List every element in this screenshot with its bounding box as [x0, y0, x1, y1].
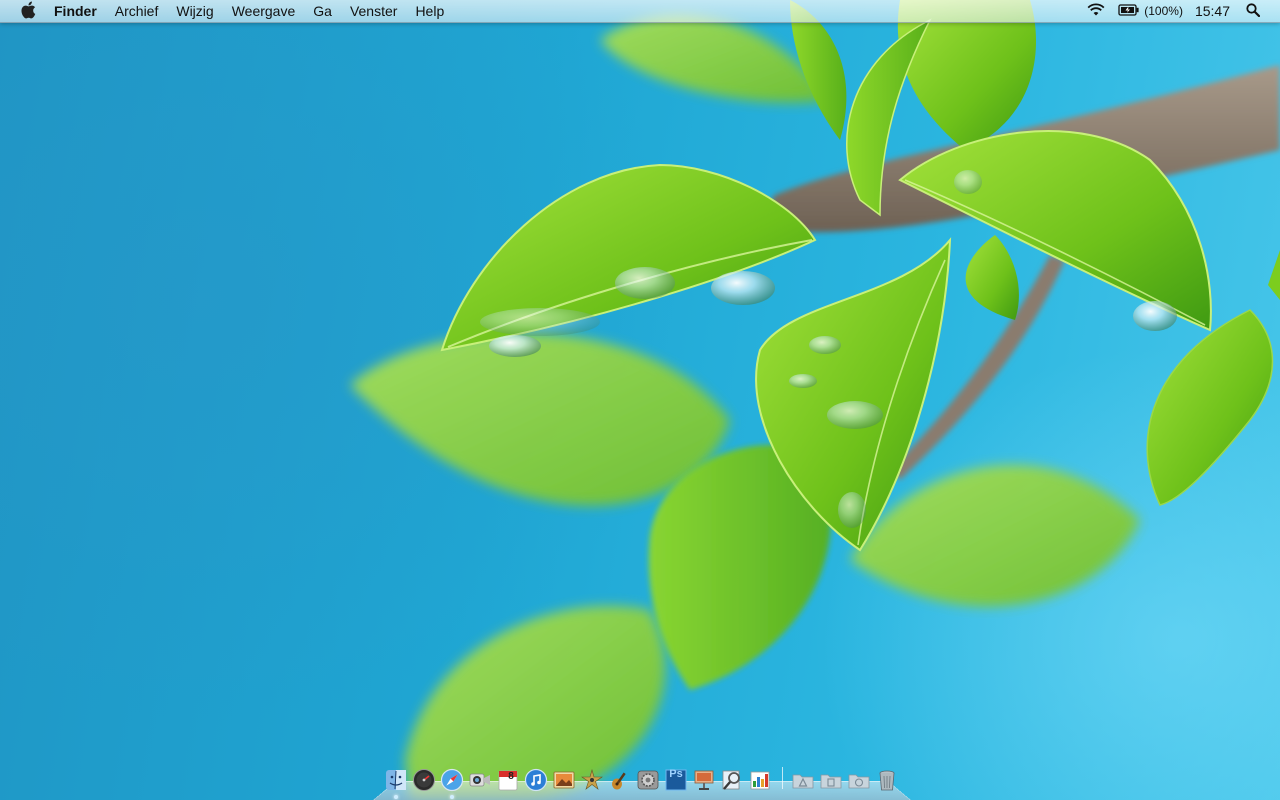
dock [372, 762, 912, 800]
dock-system-preferences[interactable] [636, 768, 660, 792]
itunes-icon [524, 768, 548, 792]
dock-applications-stack[interactable] [791, 768, 815, 792]
dock-keynote[interactable] [692, 768, 716, 792]
battery-icon [1118, 3, 1140, 19]
dock-downloads-stack[interactable] [847, 768, 871, 792]
numbers-icon [748, 768, 772, 792]
trash-icon [875, 768, 899, 792]
photo-booth-icon [580, 768, 604, 792]
running-indicator [394, 795, 398, 799]
menu-weergave[interactable]: Weergave [223, 0, 305, 22]
menu-archief[interactable]: Archief [106, 0, 168, 22]
documents-folder-icon [819, 768, 843, 792]
dock-safari[interactable] [440, 768, 464, 799]
dock-garageband[interactable] [608, 768, 632, 792]
menu-bar: Finder Archief Wijzig Weergave Ga Venste… [0, 0, 1280, 23]
photo-icon [552, 768, 576, 792]
running-indicator [450, 795, 454, 799]
dock-photo-booth[interactable] [580, 768, 604, 792]
dock-dashboard[interactable] [412, 768, 436, 792]
facetime-icon [468, 768, 492, 792]
downloads-folder-icon [847, 768, 871, 792]
dock-iphoto[interactable] [552, 768, 576, 792]
garageband-icon [608, 768, 632, 792]
wifi-icon [1086, 2, 1106, 20]
spotlight-search-icon [1246, 2, 1261, 20]
keynote-icon [692, 768, 716, 792]
dock-preview[interactable] [720, 768, 744, 792]
system-preferences-icon [636, 768, 660, 792]
dock-facetime[interactable] [468, 768, 492, 792]
dock-separator [782, 767, 783, 789]
menu-ga[interactable]: Ga [304, 0, 341, 22]
dock-numbers[interactable] [748, 768, 772, 792]
dock-trash[interactable] [875, 768, 899, 792]
menu-help[interactable]: Help [406, 0, 453, 22]
status-menus: (100%) 15:47 [1080, 0, 1280, 22]
menu-app-name[interactable]: Finder [45, 0, 106, 22]
menu-venster[interactable]: Venster [341, 0, 406, 22]
applications-folder-icon [791, 768, 815, 792]
dock-documents-stack[interactable] [819, 768, 843, 792]
battery-status-button[interactable]: (100%) [1112, 0, 1189, 22]
menu-wijzig[interactable]: Wijzig [167, 0, 222, 22]
battery-percentage: (100%) [1144, 4, 1183, 18]
dock-itunes[interactable] [524, 768, 548, 792]
apple-menu-button[interactable] [17, 0, 39, 22]
menu-clock[interactable]: 15:47 [1189, 3, 1240, 19]
dock-finder[interactable] [384, 768, 408, 799]
wallpaper-leaves-image [350, 0, 1280, 800]
photoshop-label: Ps [669, 768, 683, 780]
wifi-status-button[interactable] [1080, 0, 1112, 22]
spotlight-button[interactable] [1240, 0, 1266, 22]
safari-icon [440, 768, 464, 792]
calendar-date-label: 8 [508, 771, 514, 782]
desktop[interactable] [0, 0, 1280, 800]
dashboard-icon [412, 768, 436, 792]
preview-icon [720, 768, 744, 792]
finder-icon [384, 768, 408, 792]
apple-icon [20, 1, 36, 22]
